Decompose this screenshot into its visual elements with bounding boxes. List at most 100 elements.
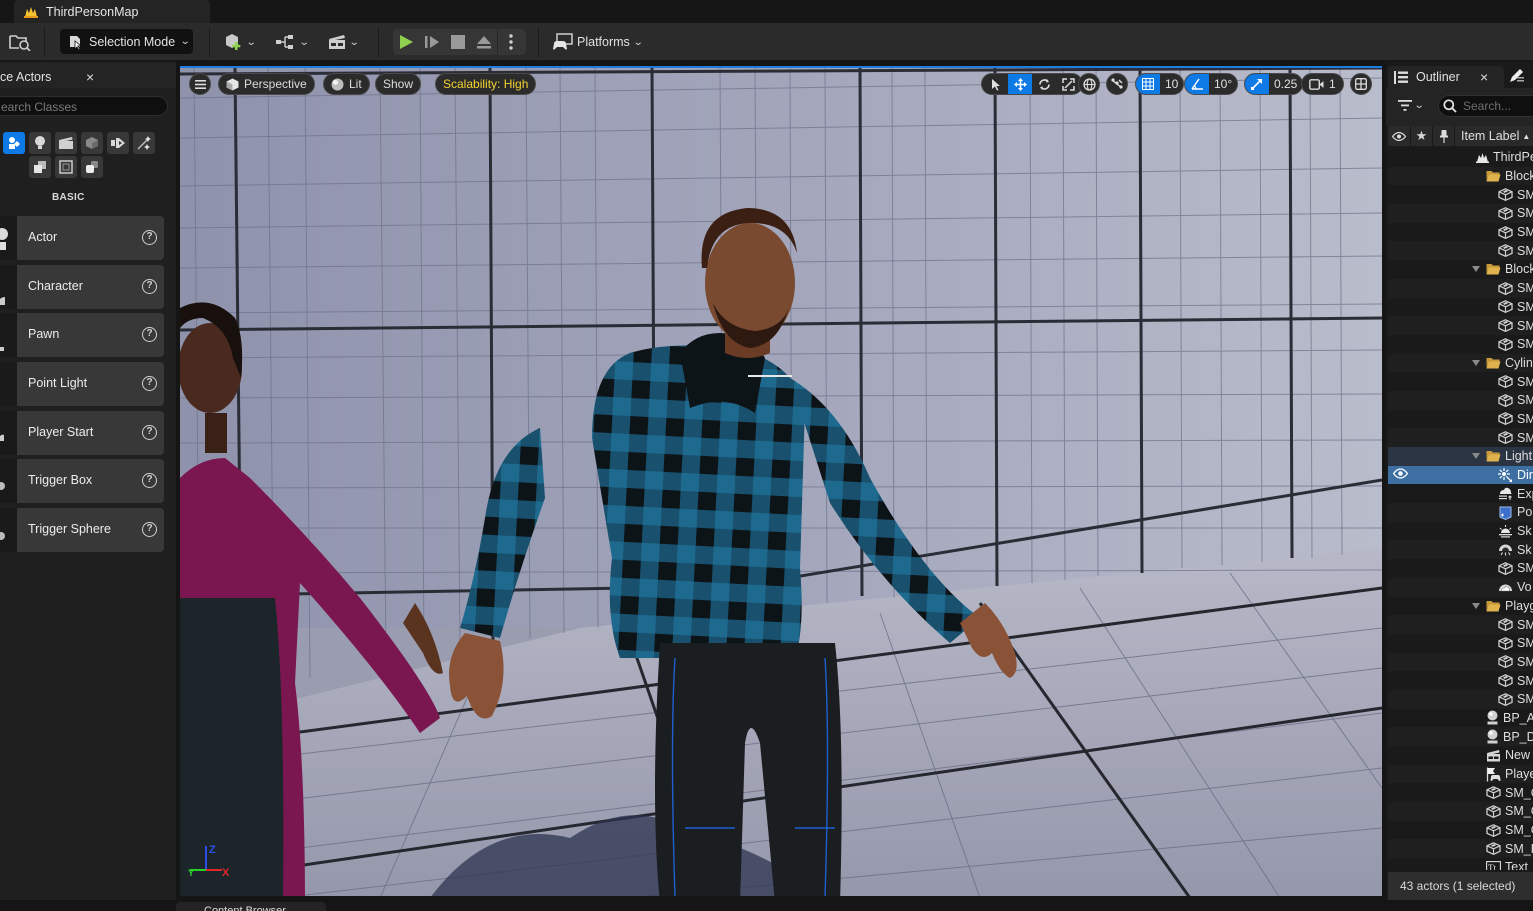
outliner-folder-row[interactable]: Light [1388, 447, 1533, 466]
outliner-actor-row[interactable]: SM [1388, 316, 1533, 335]
level-tab[interactable]: ThirdPersonMap [14, 0, 210, 23]
outliner-filter-button[interactable]: ⌄ [1398, 100, 1425, 111]
surface-snapping-button[interactable] [1106, 73, 1128, 95]
outliner-folder-row[interactable]: Block [1388, 260, 1533, 279]
category-cinematic-button[interactable] [55, 132, 77, 154]
stop-button[interactable] [445, 29, 471, 55]
outliner-actor-row[interactable]: Tt Text [1388, 858, 1533, 870]
perspective-button[interactable]: Perspective [218, 73, 315, 95]
item-label-column[interactable]: Item Label ▲ [1455, 129, 1530, 143]
outliner-folder-row[interactable]: Cylin [1388, 353, 1533, 373]
search-classes-input[interactable]: earch Classes [0, 96, 168, 116]
outliner-actor-row[interactable]: Po [1388, 503, 1533, 522]
outliner-actor-row[interactable]: SM [1388, 335, 1533, 354]
help-icon[interactable]: ? [142, 425, 157, 440]
selection-mode-dropdown[interactable]: Selection Mode ⌄ [60, 29, 193, 54]
expand-arrow-icon[interactable] [1472, 359, 1480, 366]
scale-snap-toggle[interactable] [1245, 74, 1269, 94]
details-tab[interactable] [1508, 68, 1524, 87]
outliner-actor-row[interactable]: SM [1388, 671, 1533, 690]
category-lights-button[interactable] [29, 132, 51, 154]
outliner-actor-row[interactable]: SM [1388, 559, 1533, 578]
actor-item-player-start[interactable]: Player Start ? [0, 411, 164, 455]
view-mode-button[interactable]: Lit [323, 73, 370, 95]
select-tool-button[interactable] [984, 74, 1008, 94]
coordinate-system-button[interactable] [1078, 73, 1100, 95]
viewport-options-button[interactable] [189, 73, 211, 95]
level-viewport[interactable]: Z X Y Perspective Lit Show Scalability: … [180, 66, 1382, 896]
add-actor-button[interactable]: ⌄ [224, 30, 257, 54]
rotate-tool-button[interactable] [1032, 74, 1056, 94]
outliner-actor-row[interactable]: SM [1388, 204, 1533, 223]
cinematics-button[interactable]: ⌄ [327, 30, 360, 54]
scale-tool-button[interactable] [1056, 74, 1080, 94]
outliner-actor-row[interactable]: SM_F [1388, 839, 1533, 859]
outliner-actor-row[interactable]: New [1388, 746, 1533, 765]
outliner-actor-row[interactable]: SM [1388, 223, 1533, 242]
outliner-actor-row[interactable]: SM_C [1388, 802, 1533, 821]
outliner-actor-row[interactable]: SM [1388, 634, 1533, 653]
help-icon[interactable]: ? [142, 522, 157, 537]
scale-snap-value[interactable]: 0.25 [1269, 77, 1302, 91]
outliner-actor-row[interactable]: ThirdPe [1388, 148, 1533, 167]
blueprints-button[interactable]: ⌄ [275, 30, 310, 54]
help-icon[interactable]: ? [142, 327, 157, 342]
scalability-button[interactable]: Scalability: High [435, 73, 537, 95]
rotation-snap-value[interactable]: 10° [1209, 77, 1237, 91]
expand-arrow-icon[interactable] [1472, 602, 1480, 609]
outliner-actor-row[interactable]: Playe [1388, 764, 1533, 784]
close-icon[interactable]: × [86, 69, 94, 85]
close-icon[interactable]: × [1480, 69, 1488, 85]
viewport-layout-button[interactable] [1350, 73, 1372, 95]
camera-speed-button[interactable]: 1 [1301, 73, 1344, 95]
outliner-actor-row[interactable]: BP_A [1388, 709, 1533, 728]
help-icon[interactable]: ? [142, 376, 157, 391]
content-browser-tab[interactable]: Content Browser [176, 902, 326, 911]
rotation-snap-toggle[interactable] [1185, 74, 1209, 94]
play-options-button[interactable] [497, 29, 524, 55]
outliner-search-input[interactable]: Search... [1438, 95, 1533, 117]
help-icon[interactable]: ? [142, 473, 157, 488]
advance-frame-button[interactable] [419, 29, 445, 55]
outliner-actor-row[interactable]: SM_C [1388, 821, 1533, 840]
place-actors-tab[interactable]: ce Actors × [0, 66, 107, 88]
outliner-actor-row[interactable]: SM [1388, 410, 1533, 429]
actor-item-trigger-sphere[interactable]: Trigger Sphere ? [0, 508, 164, 552]
translate-tool-button[interactable] [1008, 74, 1032, 94]
outliner-actor-row[interactable]: SM [1388, 652, 1533, 672]
actor-item-trigger-box[interactable]: Trigger Box ? [0, 459, 164, 503]
outliner-actor-row[interactable]: Sk [1388, 540, 1533, 560]
grid-snap-value[interactable]: 10 [1160, 77, 1183, 91]
help-icon[interactable]: ? [142, 279, 157, 294]
outliner-actor-row[interactable]: BP_D [1388, 727, 1533, 746]
outliner-actor-row[interactable]: SM [1388, 185, 1533, 204]
outliner-actor-row[interactable]: SM_C [1388, 783, 1533, 802]
category-all-classes-button[interactable] [55, 156, 77, 178]
play-button[interactable] [393, 29, 419, 55]
category-volumes-button[interactable] [107, 132, 129, 154]
visibility-eye-icon[interactable] [1392, 468, 1409, 482]
outliner-actor-row[interactable]: Exp [1388, 484, 1533, 503]
outliner-actor-row[interactable]: SM [1388, 390, 1533, 410]
outliner-actor-row[interactable]: SM [1388, 278, 1533, 298]
outliner-folder-row[interactable]: Block [1388, 166, 1533, 186]
outliner-actor-row[interactable]: Sk [1388, 522, 1533, 541]
expand-arrow-icon[interactable] [1472, 266, 1480, 273]
category-visual-effects-button[interactable] [81, 132, 103, 154]
outliner-folder-row[interactable]: Playg [1388, 597, 1533, 616]
content-browser-open-button[interactable] [9, 30, 31, 54]
help-icon[interactable]: ? [142, 230, 157, 245]
visibility-column[interactable] [1388, 126, 1411, 146]
outliner-actor-row[interactable]: SM [1388, 241, 1533, 261]
outliner-actor-row[interactable]: SM [1388, 689, 1533, 709]
outliner-actor-row[interactable]: Vo [1388, 577, 1533, 597]
category-shapes-button[interactable] [81, 156, 103, 178]
actor-item-pawn[interactable]: Pawn ? [0, 313, 164, 357]
actor-item-character[interactable]: Character ? [0, 265, 164, 309]
expand-arrow-icon[interactable] [1472, 453, 1480, 460]
category-effects-button[interactable] [133, 132, 155, 154]
favorite-column[interactable]: ★ [1411, 126, 1433, 146]
category-geometry-button[interactable] [29, 156, 51, 178]
outliner-actor-row[interactable]: SM [1388, 428, 1533, 447]
outliner-actor-row[interactable]: SM [1388, 298, 1533, 317]
